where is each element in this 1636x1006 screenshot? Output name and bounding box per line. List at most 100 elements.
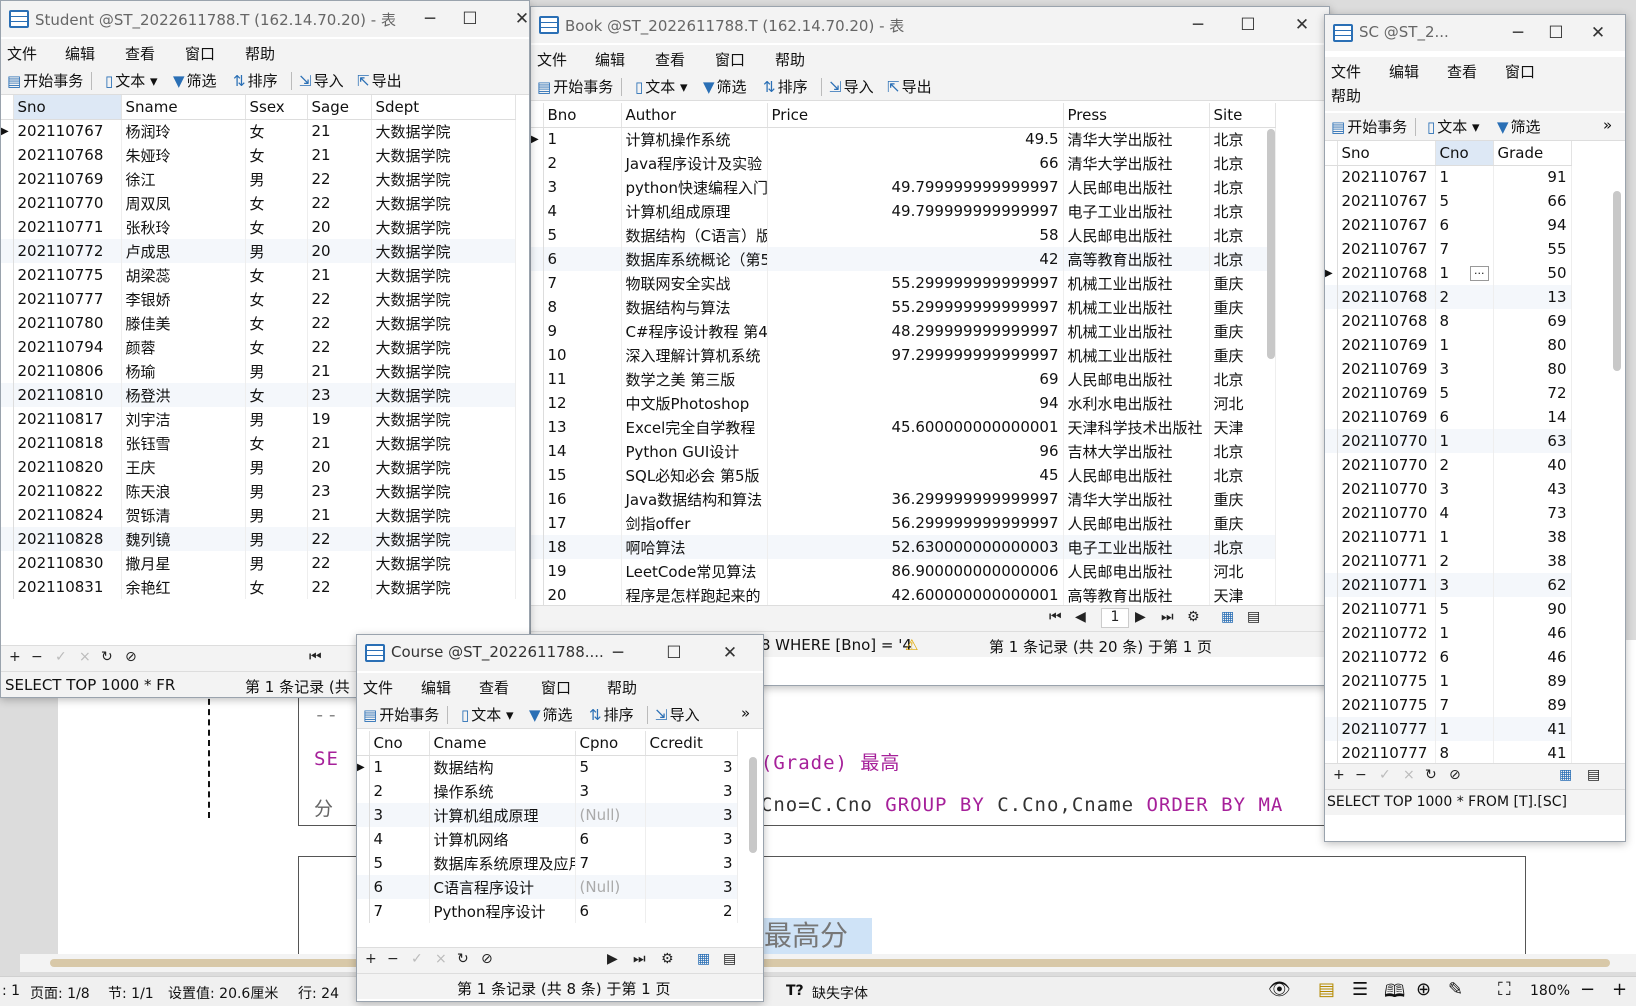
table-row[interactable]: 202110771 张秋玲女 20 大数据学院: [1, 215, 516, 239]
table-cell[interactable]: 69: [767, 367, 1064, 391]
table-cell[interactable]: 人民邮电出版社: [1063, 223, 1210, 247]
table-cell[interactable]: 女: [245, 263, 308, 287]
table-cell[interactable]: 202110767: [1337, 213, 1436, 237]
table-cell[interactable]: 22: [307, 575, 372, 599]
table-cell[interactable]: 7: [543, 271, 622, 295]
table-cell[interactable]: 3: [543, 175, 622, 199]
table-cell[interactable]: 52.630000000000003: [767, 535, 1064, 559]
table-cell[interactable]: 贺铄清: [121, 503, 246, 527]
row-indicator[interactable]: [1325, 597, 1338, 621]
table-row[interactable]: 202110822 陈天浪男 23 大数据学院: [1, 479, 516, 503]
table-cell[interactable]: 1: [1435, 621, 1494, 645]
table-cell[interactable]: 机械工业出版社: [1063, 319, 1210, 343]
table-cell[interactable]: 202110767: [1337, 237, 1436, 261]
row-indicator[interactable]: [1, 407, 14, 431]
table-row[interactable]: 202110767 6 94: [1325, 213, 1572, 237]
export-button[interactable]: ⇱ 导出: [887, 76, 932, 97]
table-cell[interactable]: 魏列镜: [121, 527, 246, 551]
table-cell[interactable]: 电子工业出版社: [1063, 535, 1210, 559]
table-cell[interactable]: 7: [369, 899, 430, 923]
table-cell[interactable]: 49.799999999999997: [767, 199, 1064, 223]
table-cell[interactable]: 202110771: [1337, 573, 1436, 597]
table-cell[interactable]: 46: [1493, 645, 1572, 669]
table-cell[interactable]: 8: [1435, 741, 1494, 765]
table-cell[interactable]: 20: [543, 583, 622, 607]
begin-transaction-button[interactable]: ▤ 开始事务: [1331, 116, 1407, 137]
table-row[interactable]: 13 Excel完全自学教程 45.600000000000001 天津科学技术出版社…: [531, 415, 1276, 439]
table-cell[interactable]: 北京: [1209, 175, 1276, 199]
table-cell[interactable]: 重庆: [1209, 271, 1276, 295]
table-cell[interactable]: 18: [543, 535, 622, 559]
table-row[interactable]: 202110768 2 13: [1325, 285, 1572, 309]
row-indicator[interactable]: [1, 143, 14, 167]
row-indicator[interactable]: [1, 503, 14, 527]
table-cell[interactable]: 重庆: [1209, 511, 1276, 535]
row-indicator[interactable]: [1325, 189, 1338, 213]
table-row[interactable]: 202110769 6 14: [1325, 405, 1572, 429]
outline-icon[interactable]: ☰: [1352, 979, 1368, 1000]
table-cell[interactable]: 北京: [1209, 247, 1276, 271]
table-cell[interactable]: 202110775: [1337, 693, 1436, 717]
table-cell[interactable]: 数据结构（C语言）版: [621, 223, 768, 247]
form-view-icon[interactable]: ▤: [1587, 767, 1600, 783]
last-page-icon[interactable]: ⏭: [633, 951, 646, 967]
import-button[interactable]: ⇲ 导入: [299, 70, 344, 91]
table-row[interactable]: 5 数据结构（C语言）版 58 人民邮电出版社 北京: [531, 223, 1276, 247]
table-cell[interactable]: 北京: [1209, 535, 1276, 559]
zoom-level[interactable]: 180%: [1530, 983, 1570, 999]
table-cell[interactable]: 3: [575, 779, 646, 803]
text-button[interactable]: ▯ 文本 ▾: [105, 70, 158, 91]
table-cell[interactable]: 吉林大学出版社: [1063, 439, 1210, 463]
table-cell[interactable]: 大数据学院: [371, 407, 516, 431]
menu-edit[interactable]: 编辑: [65, 43, 95, 64]
table-cell[interactable]: 202110770: [1337, 429, 1436, 453]
table-cell[interactable]: 北京: [1209, 151, 1276, 175]
table-cell[interactable]: 22: [307, 311, 372, 335]
table-row[interactable]: 202110830 撒月星男 22 大数据学院: [1, 551, 516, 575]
discard-icon[interactable]: ×: [435, 951, 447, 967]
table-cell[interactable]: 胡梁蕊: [121, 263, 246, 287]
table-cell[interactable]: 高等教育出版社: [1063, 583, 1210, 607]
row-indicator[interactable]: [531, 199, 544, 223]
table-row[interactable]: 4 计算机网络 6 3: [357, 827, 738, 851]
table-cell[interactable]: 8: [1435, 309, 1494, 333]
next-page-icon[interactable]: ▶: [607, 951, 618, 967]
table-cell[interactable]: 大数据学院: [371, 479, 516, 503]
column-header[interactable]: Cno: [1435, 141, 1494, 166]
minimize-button[interactable]: ─: [603, 639, 633, 667]
form-view-icon[interactable]: ▤: [723, 951, 736, 967]
table-row[interactable]: 14 Python GUI设计 96 吉林大学出版社 北京: [531, 439, 1276, 463]
table-cell[interactable]: 大数据学院: [371, 167, 516, 191]
table-cell[interactable]: 大数据学院: [371, 239, 516, 263]
table-cell[interactable]: 撒月星: [121, 551, 246, 575]
table-cell[interactable]: 1: [1435, 525, 1494, 549]
table-cell[interactable]: 天津: [1209, 583, 1276, 607]
table-cell[interactable]: 人民邮电出版社: [1063, 511, 1210, 535]
status-page[interactable]: 页面: 1/8: [30, 983, 90, 1003]
table-cell[interactable]: 17: [543, 511, 622, 535]
table-cell[interactable]: 202110772: [1337, 645, 1436, 669]
stop-icon[interactable]: ⊘: [481, 951, 493, 967]
table-cell[interactable]: 重庆: [1209, 487, 1276, 511]
table-cell[interactable]: 23: [307, 479, 372, 503]
row-indicator[interactable]: [531, 271, 544, 295]
book-icon[interactable]: 🕮: [1384, 979, 1405, 1006]
table-cell[interactable]: 数据库系统原理及应用: [429, 851, 576, 875]
maximize-button[interactable]: ☐: [1541, 19, 1571, 47]
menu-window[interactable]: 窗口: [541, 677, 571, 698]
row-indicator[interactable]: [357, 875, 370, 899]
table-cell[interactable]: 深入理解计算机系统: [621, 343, 768, 367]
table-row[interactable]: 7 Python程序设计 6 2: [357, 899, 738, 923]
row-indicator[interactable]: [1325, 477, 1338, 501]
column-header[interactable]: Press: [1063, 103, 1210, 128]
table-cell[interactable]: 大数据学院: [371, 431, 516, 455]
table-row[interactable]: 3 计算机组成原理 (Null) 3: [357, 803, 738, 827]
table-cell[interactable]: 202110768: [1337, 309, 1436, 333]
table-cell[interactable]: 7: [575, 851, 646, 875]
course-grid[interactable]: Cno Cname Cpno Ccredit ▶ 1 数据结构 5 3 2 操作系统 3 3 3 计…: [357, 731, 738, 923]
vertical-scrollbar[interactable]: [749, 757, 757, 853]
table-cell[interactable]: 38: [1493, 525, 1572, 549]
table-row[interactable]: 2 Java程序设计及实验 66 清华大学出版社 北京: [531, 151, 1276, 175]
row-indicator[interactable]: [531, 391, 544, 415]
table-row[interactable]: ▶ 202110767 杨润玲女 21 大数据学院: [1, 119, 516, 143]
